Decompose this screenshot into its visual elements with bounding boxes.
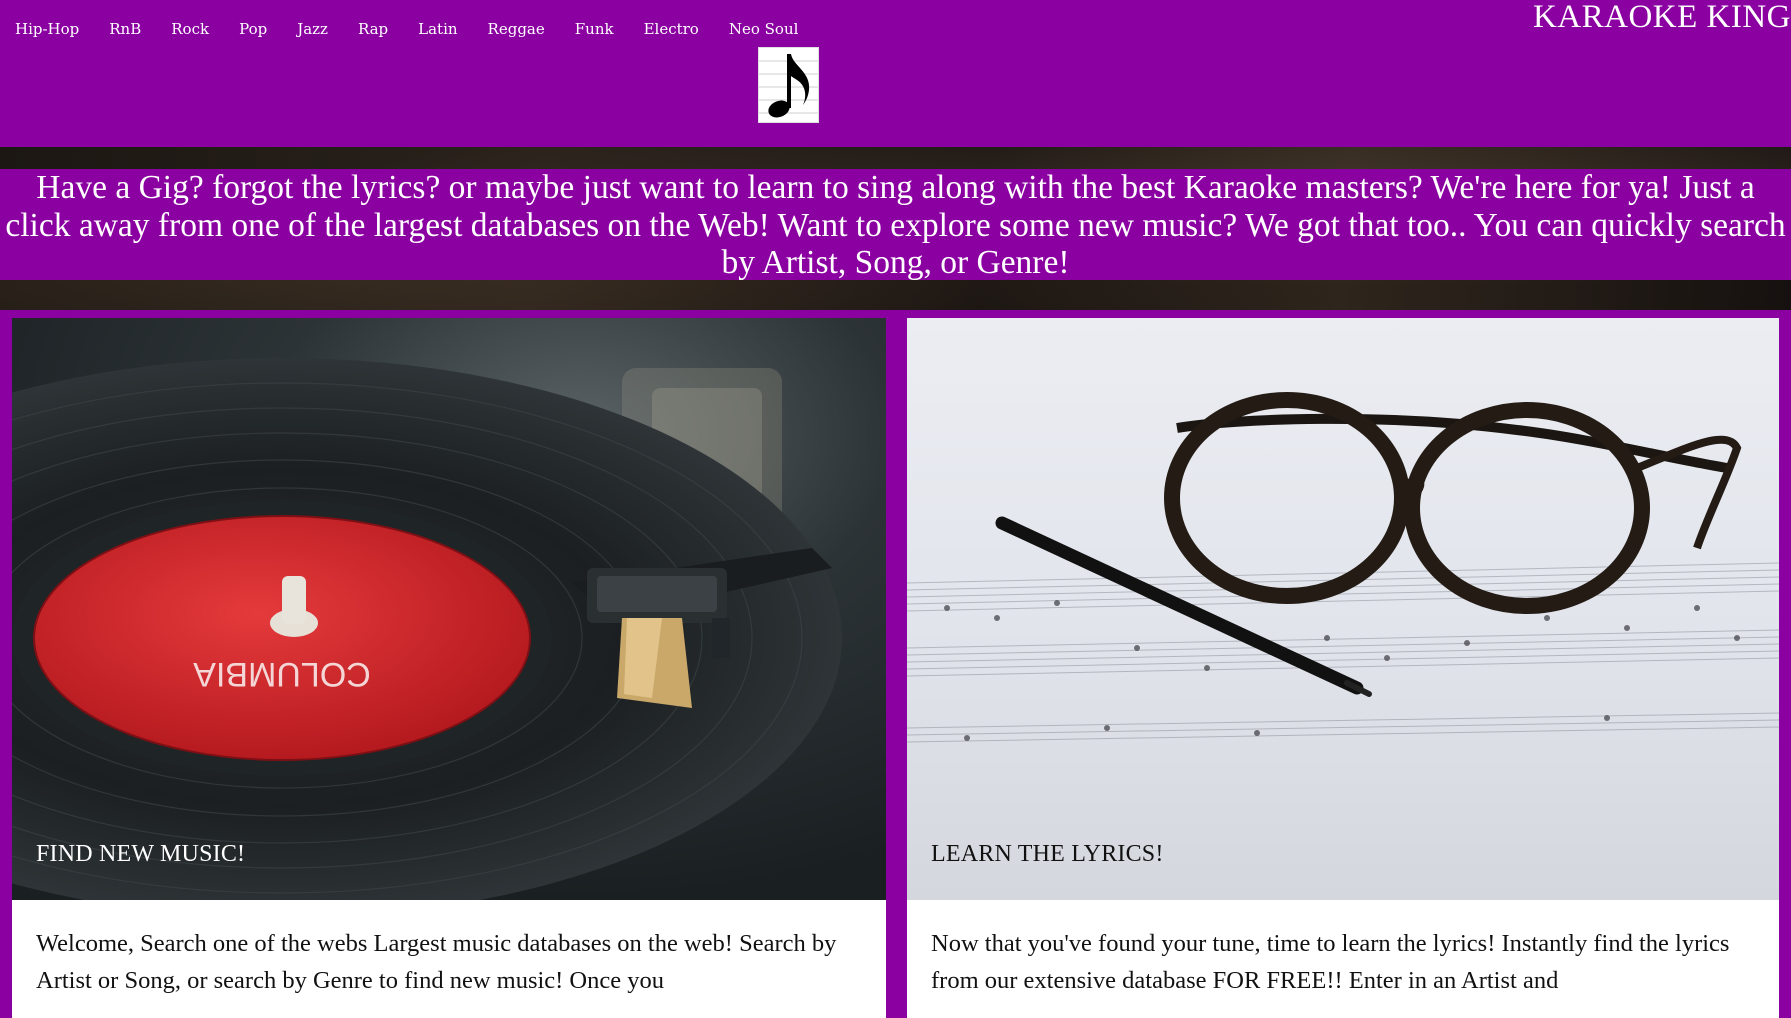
learn-lyrics-caption: LEARN THE LYRICS! bbox=[931, 841, 1164, 867]
learn-lyrics-body: Now that you've found your tune, time to… bbox=[931, 930, 1730, 994]
genre-link-reggae[interactable]: Reggae bbox=[488, 20, 545, 38]
genre-link-pop[interactable]: Pop bbox=[239, 20, 267, 38]
genre-link-rnb[interactable]: RnB bbox=[109, 20, 141, 38]
find-music-card[interactable]: COLUMBIA FIND NEW MUSIC! Welcome, Search… bbox=[12, 318, 886, 1018]
find-music-caption: FIND NEW MUSIC! bbox=[36, 841, 246, 867]
genre-link-rock[interactable]: Rock bbox=[171, 20, 209, 38]
find-music-body: Welcome, Search one of the webs Largest … bbox=[36, 930, 837, 994]
glasses-sheet-music-image[interactable]: LEARN THE LYRICS! bbox=[907, 318, 1779, 900]
genre-link-jazz[interactable]: Jazz bbox=[297, 20, 328, 38]
genre-link-hip-hop[interactable]: Hip-Hop bbox=[15, 20, 79, 38]
hero-text: Have a Gig? forgot the lyrics? or maybe … bbox=[5, 169, 1786, 281]
genre-link-neo-soul[interactable]: Neo Soul bbox=[729, 20, 799, 38]
vinyl-record-image[interactable]: COLUMBIA FIND NEW MUSIC! bbox=[12, 318, 886, 900]
music-note-icon[interactable] bbox=[758, 47, 819, 123]
genre-link-rap[interactable]: Rap bbox=[358, 20, 388, 38]
site-header: Hip-Hop RnB Rock Pop Jazz Rap Latin Regg… bbox=[0, 0, 1791, 147]
genre-link-electro[interactable]: Electro bbox=[644, 20, 699, 38]
learn-lyrics-card[interactable]: LEARN THE LYRICS! Now that you've found … bbox=[907, 318, 1779, 1018]
svg-text:COLUMBIA: COLUMBIA bbox=[193, 655, 371, 693]
brand-title[interactable]: KARAOKE KING bbox=[1533, 0, 1791, 34]
genre-link-latin[interactable]: Latin bbox=[418, 20, 457, 38]
hero-section: Have a Gig? forgot the lyrics? or maybe … bbox=[0, 147, 1791, 310]
genre-nav: Hip-Hop RnB Rock Pop Jazz Rap Latin Regg… bbox=[0, 18, 813, 40]
genre-link-funk[interactable]: Funk bbox=[575, 20, 614, 38]
